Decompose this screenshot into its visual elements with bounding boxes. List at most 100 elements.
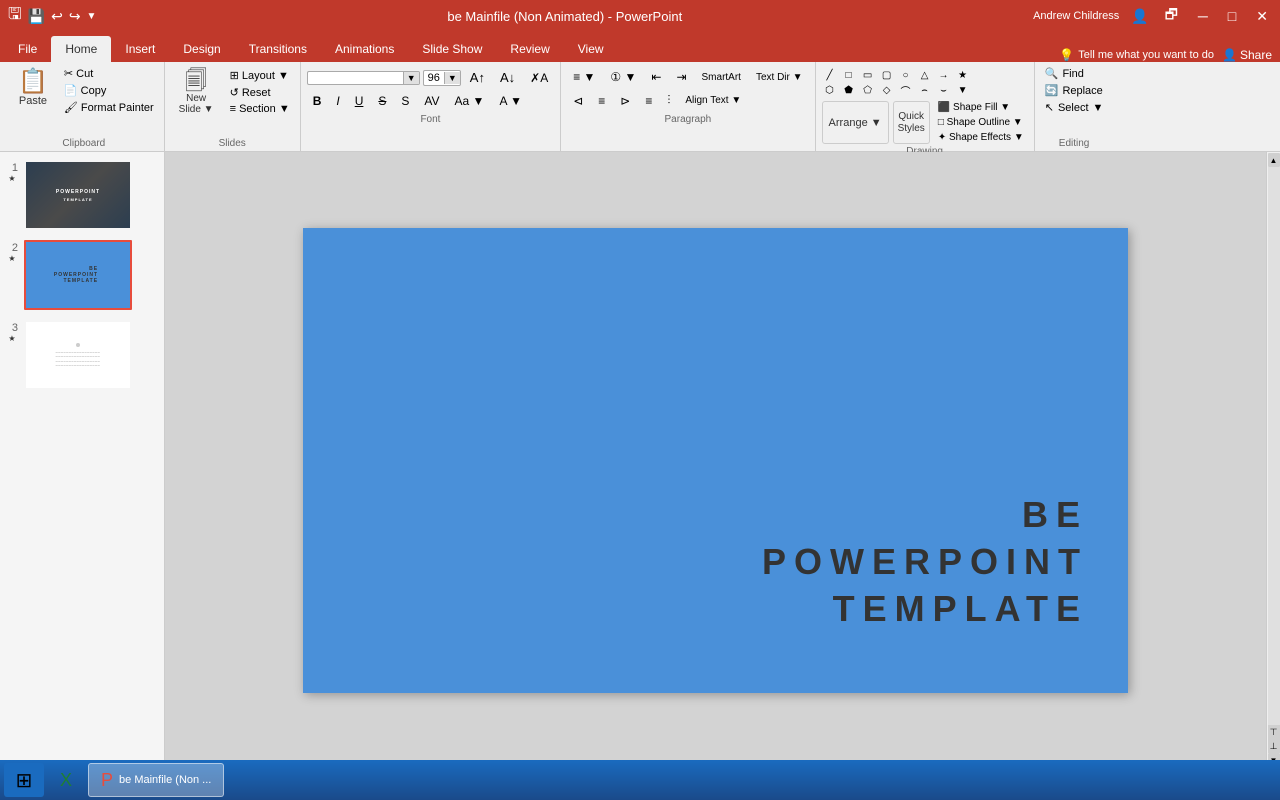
- tab-slideshow[interactable]: Slide Show: [408, 36, 496, 62]
- redo-icon[interactable]: ↪: [69, 8, 81, 25]
- tab-insert[interactable]: Insert: [111, 36, 169, 62]
- bold-button[interactable]: B: [307, 92, 328, 110]
- shape-more2[interactable]: ⬟: [841, 83, 857, 97]
- scroll-split-top[interactable]: ⊤: [1268, 725, 1280, 739]
- find-button[interactable]: 🔍Find: [1041, 66, 1088, 81]
- shape-tri-button[interactable]: △: [917, 68, 933, 82]
- tab-file[interactable]: File: [4, 36, 51, 62]
- slide-star-1: ★: [8, 174, 15, 183]
- start-button[interactable]: ⊞: [4, 763, 44, 797]
- slide-thumb-1[interactable]: POWERPOINT TEMPLATE: [24, 160, 132, 230]
- select-button[interactable]: ↖Select▼: [1041, 100, 1108, 115]
- account-icon[interactable]: 👤: [1131, 8, 1148, 25]
- shape-roundrect-button[interactable]: ▢: [879, 68, 895, 82]
- replace-button[interactable]: 🔄Replace: [1041, 83, 1107, 98]
- tab-animations[interactable]: Animations: [321, 36, 408, 62]
- decrease-font-button[interactable]: A↓: [494, 68, 521, 87]
- scroll-up-button[interactable]: ▲: [1268, 153, 1280, 167]
- strikethrough-button[interactable]: S: [372, 92, 392, 110]
- align-center-button[interactable]: ≡: [592, 92, 611, 110]
- slide-number-3: 3: [6, 322, 18, 334]
- user-name: Andrew Childress: [1033, 10, 1119, 22]
- slide-thumb-3[interactable]: ────────────────────────────────────────…: [24, 320, 132, 390]
- slide-item-1[interactable]: 1 ★ POWERPOINT TEMPLATE: [6, 160, 158, 230]
- scroll-split-bottom[interactable]: ⊥: [1268, 739, 1280, 753]
- slide-item-3[interactable]: 3 ★ ────────────────────────────────────…: [6, 320, 158, 390]
- slide-line2: POWERPOINT: [762, 539, 1088, 586]
- shape-effects-button[interactable]: ✦ Shape Effects ▼: [934, 131, 1028, 144]
- shape-outline-button[interactable]: □ Shape Outline ▼: [934, 116, 1028, 129]
- shape-arrow-button[interactable]: →: [936, 68, 952, 82]
- font-color-button[interactable]: A ▼: [493, 92, 528, 110]
- slide-canvas[interactable]: BE POWERPOINT TEMPLATE: [303, 228, 1128, 693]
- slide-thumb-2[interactable]: BEPOWERPOINTTEMPLATE: [24, 240, 132, 310]
- maximize-icon[interactable]: □: [1224, 8, 1240, 24]
- shape-more4[interactable]: ◇: [879, 83, 895, 97]
- font-name-selector[interactable]: ▼: [307, 71, 420, 85]
- align-left-button[interactable]: ⊲: [567, 92, 589, 110]
- shape-more5[interactable]: ⌒: [898, 83, 914, 97]
- underline-button[interactable]: U: [349, 92, 370, 110]
- tab-design[interactable]: Design: [169, 36, 234, 62]
- columns-button[interactable]: ⫶: [661, 91, 676, 110]
- shape-oval-button[interactable]: ○: [898, 68, 914, 82]
- char-spacing-button[interactable]: AV: [418, 92, 445, 110]
- ribbon: 📋 Paste ✂ Cut 📄 Copy 🖌 Format Painter Cl…: [0, 62, 1280, 152]
- align-right-button[interactable]: ⊳: [614, 92, 636, 110]
- section-button[interactable]: ≡ Section ▼: [226, 102, 294, 116]
- save-icon[interactable]: 💾: [28, 8, 45, 25]
- slide-number-1: 1: [6, 162, 18, 174]
- clear-format-button[interactable]: ✗A: [524, 69, 554, 87]
- tab-home[interactable]: Home: [51, 36, 111, 62]
- justify-button[interactable]: ≡: [639, 92, 658, 110]
- undo-icon[interactable]: ↩: [51, 8, 63, 25]
- right-scrollbar[interactable]: ▲ ⊤ ⊥ ▼: [1266, 152, 1280, 768]
- shape-more6[interactable]: ⌢: [917, 83, 933, 97]
- excel-taskbar-button[interactable]: X: [48, 763, 84, 797]
- shape-rect-button[interactable]: □: [841, 68, 857, 82]
- ribbon-font-group: ▼ 96 ▼ A↑ A↓ ✗A B I U S S AV Aa ▼ A ▼: [301, 62, 562, 151]
- align-text-button[interactable]: Align Text ▼: [679, 93, 747, 108]
- reset-button[interactable]: ↺ Reset: [226, 85, 294, 100]
- powerpoint-taskbar-button[interactable]: P be Mainfile (Non ...: [88, 763, 224, 797]
- restore-down-icon[interactable]: 🗗: [1161, 4, 1182, 28]
- slide-item-2[interactable]: 2 ★ BEPOWERPOINTTEMPLATE: [6, 240, 158, 310]
- shapes-more-button[interactable]: ▼: [955, 83, 971, 97]
- copy-button[interactable]: 📄 Copy: [60, 83, 158, 98]
- tab-transitions[interactable]: Transitions: [235, 36, 321, 62]
- tab-review[interactable]: Review: [496, 36, 563, 62]
- smartart-button[interactable]: SmartArt: [696, 70, 747, 85]
- italic-button[interactable]: I: [330, 92, 345, 110]
- shadow-button[interactable]: S: [395, 92, 415, 110]
- layout-button[interactable]: ⊞ Layout ▼: [226, 68, 294, 83]
- ribbon-paragraph-group: ≡ ▼ ① ▼ ⇤ ⇥ SmartArt Text Dir ▼ ⊲ ≡ ⊳ ≡ …: [561, 62, 815, 151]
- shape-more1[interactable]: ⬡: [822, 83, 838, 97]
- customize-icon[interactable]: ▼: [87, 11, 97, 22]
- increase-indent-button[interactable]: ⇥: [670, 68, 692, 86]
- shape-fill-button[interactable]: ⬛ Shape Fill ▼: [934, 101, 1028, 114]
- share-button[interactable]: Share: [1240, 48, 1272, 62]
- tab-view[interactable]: View: [564, 36, 618, 62]
- canvas-area[interactable]: BE POWERPOINT TEMPLATE: [165, 152, 1266, 768]
- minimize-icon[interactable]: ─: [1194, 8, 1212, 24]
- paste-button[interactable]: 📋 Paste: [10, 66, 56, 111]
- bullets-button[interactable]: ≡ ▼: [567, 68, 601, 86]
- numbering-button[interactable]: ① ▼: [604, 68, 642, 86]
- close-icon[interactable]: ✕: [1252, 8, 1272, 25]
- shape-more3[interactable]: ⬠: [860, 83, 876, 97]
- cut-button[interactable]: ✂ Cut: [60, 66, 158, 81]
- shape-line-button[interactable]: ╱: [822, 68, 838, 82]
- text-direction-button[interactable]: Text Dir ▼: [750, 70, 809, 85]
- shape-star-button[interactable]: ★: [955, 68, 971, 82]
- increase-font-button[interactable]: A↑: [464, 68, 491, 87]
- shape-more7[interactable]: ⌣: [936, 83, 952, 97]
- new-slide-button[interactable]: 🗐 NewSlide ▼: [171, 66, 222, 119]
- tell-me-input[interactable]: Tell me what you want to do: [1078, 49, 1214, 61]
- font-size-selector[interactable]: 96 ▼: [423, 70, 461, 86]
- shape-rect2-button[interactable]: ▭: [860, 68, 876, 82]
- format-painter-button[interactable]: 🖌 Format Painter: [60, 100, 158, 115]
- decrease-indent-button[interactable]: ⇤: [645, 68, 667, 86]
- quick-styles-button[interactable]: QuickStyles: [893, 101, 930, 144]
- font-case-button[interactable]: Aa ▼: [449, 92, 491, 110]
- arrange-button[interactable]: Arrange▼: [822, 101, 889, 144]
